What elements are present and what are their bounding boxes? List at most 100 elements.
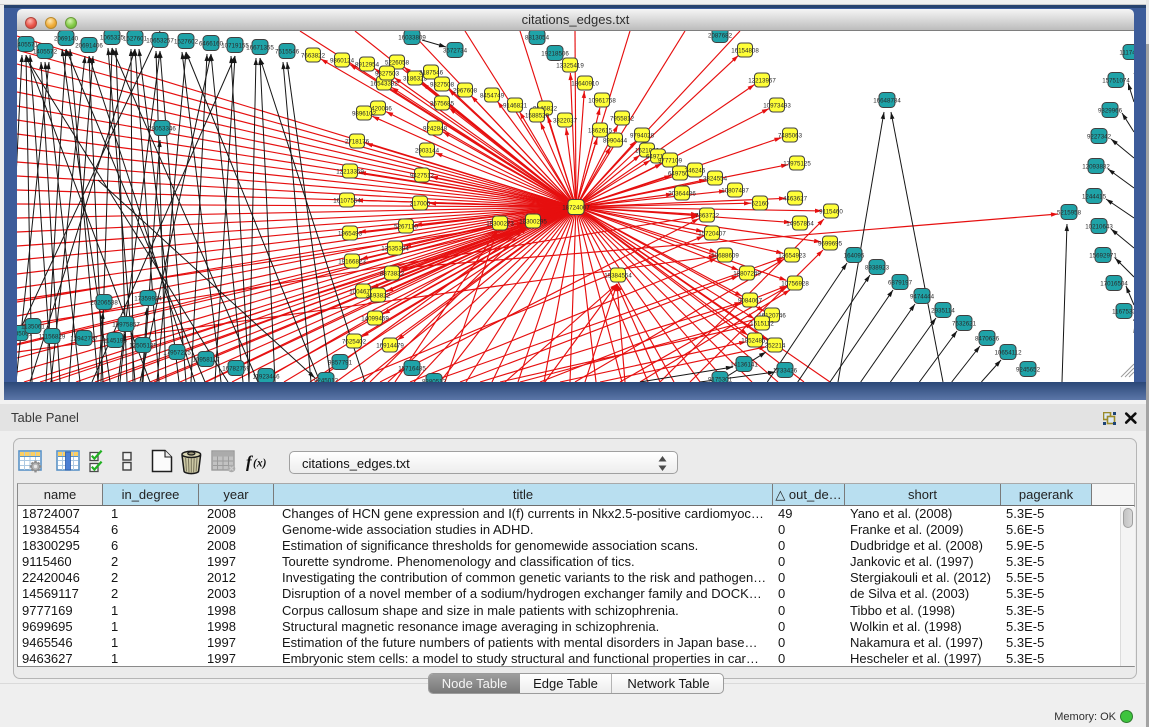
svg-text:2069140: 2069140 (54, 36, 79, 43)
svg-text:20206538: 20206538 (90, 300, 118, 307)
svg-text:9327503: 9327503 (375, 71, 400, 78)
svg-text:7663822: 7663822 (301, 53, 326, 60)
svg-text:3187546: 3187546 (419, 70, 444, 77)
svg-text:16648784: 16648784 (873, 98, 901, 105)
svg-text:17975125: 17975125 (783, 161, 811, 168)
svg-text:19166823: 19166823 (338, 259, 366, 266)
svg-text:9474444: 9474444 (910, 294, 935, 301)
svg-text:16033809: 16033809 (398, 35, 426, 42)
svg-text:1145193: 1145193 (103, 338, 127, 345)
svg-text:2718176: 2718176 (345, 139, 370, 146)
svg-text:10653257: 10653257 (146, 38, 174, 45)
svg-text:1244415: 1244415 (1082, 194, 1107, 201)
svg-text:9860124: 9860124 (330, 58, 355, 65)
svg-text:9857791: 9857791 (328, 360, 353, 367)
svg-text:19975857: 19975857 (112, 322, 140, 329)
svg-text:10961758: 10961758 (588, 98, 616, 105)
svg-text:1527601: 1527601 (123, 36, 148, 43)
svg-text:1733426: 1733426 (773, 368, 798, 375)
svg-text:1405571: 1405571 (17, 42, 39, 49)
svg-text:12093832: 12093832 (1082, 164, 1110, 171)
svg-text:14099469: 14099469 (361, 316, 389, 323)
svg-text:7485063: 7485063 (778, 133, 803, 140)
svg-text:1167533: 1167533 (1112, 309, 1134, 316)
svg-text:13325419: 13325419 (556, 63, 584, 70)
svg-text:10210643: 10210643 (1085, 224, 1113, 231)
svg-text:17016504: 17016504 (1100, 281, 1128, 288)
svg-text:18807249: 18807249 (733, 271, 761, 278)
svg-text:10688609: 10688609 (711, 253, 739, 260)
svg-text:5215958: 5215958 (1057, 210, 1082, 217)
svg-text:13654923: 13654923 (778, 253, 806, 260)
svg-text:2087682: 2087682 (708, 33, 733, 40)
svg-text:8454749: 8454749 (480, 93, 505, 100)
svg-text:20364436: 20364436 (668, 191, 696, 198)
svg-text:9115460: 9115460 (819, 209, 843, 216)
svg-text:1065325: 1065325 (100, 35, 125, 42)
svg-text:2967608: 2967608 (453, 88, 478, 95)
svg-text:9084067: 9084067 (738, 298, 763, 305)
svg-text:5226058: 5226058 (385, 60, 410, 67)
svg-text:16671355: 16671355 (246, 45, 274, 52)
svg-text:9794028: 9794028 (630, 133, 655, 140)
svg-text:7863722: 7863722 (695, 213, 720, 220)
svg-text:14136141: 14136141 (730, 362, 758, 369)
svg-text:9777109: 9777109 (658, 158, 683, 165)
svg-text:164095: 164095 (844, 253, 865, 260)
svg-text:6466160: 6466160 (199, 41, 224, 48)
svg-text:19384554: 19384554 (604, 273, 632, 280)
svg-text:15300273: 15300273 (486, 221, 514, 228)
svg-text:746246: 746246 (685, 168, 706, 175)
svg-text:18640910: 18640910 (571, 81, 599, 88)
svg-text:19218506: 19218506 (541, 51, 569, 58)
svg-text:1527602: 1527602 (174, 39, 199, 46)
svg-text:8938923: 8938923 (865, 265, 890, 272)
svg-text:11923446: 11923446 (252, 374, 280, 381)
svg-text:9896102: 9896102 (352, 111, 377, 118)
svg-text:12505135: 12505135 (129, 343, 157, 350)
svg-text:7625402: 7625402 (342, 339, 367, 346)
svg-text:17359924: 17359924 (134, 296, 162, 303)
svg-text:9242848: 9242848 (423, 126, 448, 133)
svg-text:8380512: 8380512 (422, 379, 447, 383)
svg-text:16154808: 16154808 (731, 48, 759, 55)
svg-text:1588520: 1588520 (525, 113, 550, 120)
svg-text:8813054: 8813054 (525, 35, 550, 42)
svg-text:10719155: 10719155 (221, 43, 249, 50)
svg-text:17957225: 17957225 (163, 350, 191, 357)
svg-text:16914479: 16914479 (376, 343, 404, 350)
svg-text:1117404: 1117404 (1119, 50, 1134, 57)
svg-text:9245652: 9245652 (1016, 367, 1041, 374)
svg-text:3493822: 3493822 (366, 293, 391, 300)
svg-text:10958117: 10958117 (192, 357, 220, 364)
svg-text:13535394: 13535394 (381, 246, 409, 253)
svg-text:15751074: 15751074 (1102, 78, 1130, 85)
svg-text:1135061: 1135061 (21, 324, 45, 331)
svg-text:317006: 317006 (410, 201, 431, 208)
svg-text:16782759: 16782759 (222, 366, 250, 373)
svg-text:9427512: 9427512 (410, 173, 435, 180)
svg-text:252214: 252214 (765, 343, 786, 350)
svg-text:18300295: 18300295 (519, 219, 547, 226)
svg-text:18724007: 18724007 (562, 205, 590, 212)
svg-text:9245012: 9245012 (314, 378, 339, 383)
svg-text:9327508: 9327508 (430, 82, 455, 89)
svg-text:8470636: 8470636 (975, 336, 1000, 343)
svg-text:6879197: 6879197 (888, 280, 913, 287)
svg-text:3675685: 3675685 (430, 101, 455, 108)
svg-text:10654112: 10654112 (994, 350, 1022, 357)
svg-text:62160: 62160 (751, 201, 769, 208)
svg-text:4463627: 4463627 (783, 196, 808, 203)
svg-text:10807487: 10807487 (721, 188, 749, 195)
svg-text:12942737: 12942737 (70, 336, 98, 343)
svg-text:3824554: 3824554 (703, 176, 728, 183)
svg-text:12213369: 12213369 (336, 169, 364, 176)
svg-text:2903144: 2903144 (415, 148, 440, 155)
svg-text:15692971: 15692971 (1089, 253, 1117, 260)
svg-text:15716485: 15716485 (398, 366, 426, 373)
svg-text:1615112: 1615112 (750, 321, 774, 328)
svg-text:1965493: 1965493 (338, 231, 363, 238)
svg-text:7515546: 7515546 (275, 49, 300, 56)
svg-text:7955812: 7955812 (610, 116, 635, 123)
svg-text:16543382: 16543382 (370, 81, 398, 88)
